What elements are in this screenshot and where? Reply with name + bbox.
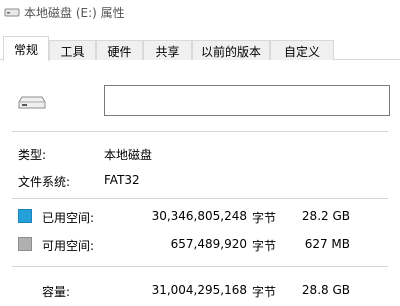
tab-previous-versions[interactable]: 以前的版本: [192, 40, 270, 60]
file-system-label: 文件系统:: [18, 175, 71, 189]
free-space-swatch: [18, 237, 32, 251]
type-value: 本地磁盘: [104, 148, 153, 162]
tab-sharing[interactable]: 共享: [143, 40, 192, 60]
separator-1: [12, 131, 388, 132]
used-space-swatch: [18, 209, 32, 223]
type-label: 类型:: [18, 148, 47, 162]
used-space-label: 已用空间:: [42, 211, 95, 225]
free-space-unit: 字节: [252, 239, 277, 253]
file-system-value: FAT32: [104, 173, 140, 187]
used-space-bytes: 30,346,805,248: [151, 209, 247, 223]
free-space-bytes: 657,489,920: [170, 237, 247, 251]
capacity-unit: 字节: [252, 285, 277, 299]
capacity-bytes: 31,004,295,168: [151, 283, 247, 297]
separator-3: [12, 266, 388, 267]
tab-hardware[interactable]: 硬件: [96, 40, 143, 60]
tab-customize[interactable]: 自定义: [270, 40, 334, 60]
volume-label-input[interactable]: [104, 85, 390, 116]
free-space-size: 627 MB: [304, 237, 350, 251]
tab-tools[interactable]: 工具: [49, 40, 96, 60]
used-space-unit: 字节: [252, 211, 277, 225]
tab-general[interactable]: 常规: [3, 36, 49, 61]
drive-large-icon: [18, 96, 46, 109]
free-space-label: 可用空间:: [42, 239, 95, 253]
title-bar: 本地磁盘 (E:) 属性: [0, 0, 400, 26]
window-title: 本地磁盘 (E:) 属性: [24, 6, 125, 20]
drive-icon: [4, 8, 20, 17]
used-space-size: 28.2 GB: [301, 209, 350, 223]
capacity-size: 28.8 GB: [301, 283, 350, 297]
separator-2: [12, 198, 388, 199]
capacity-label: 容量:: [42, 285, 71, 299]
